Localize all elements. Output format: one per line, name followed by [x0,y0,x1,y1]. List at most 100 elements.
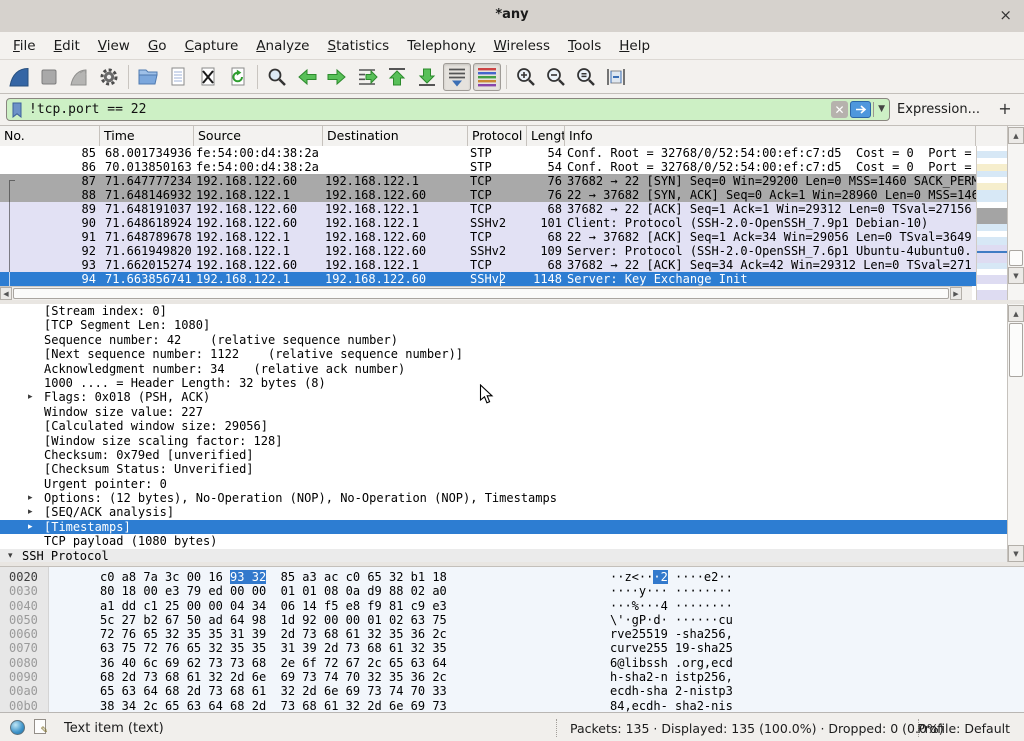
packet-row-94[interactable]: 9471.663856741192.168.122.1192.168.122.6… [0,272,976,286]
scroll-up-icon[interactable]: ▲ [1008,305,1024,322]
filter-dropdown-icon[interactable]: ▼ [873,102,889,117]
zoom-out-button[interactable] [542,63,570,91]
hex-row[interactable]: 009068 2d 73 68 61 32 2d 6e 69 73 74 70 … [0,670,1024,684]
hex-row[interactable]: 003080 18 00 e3 79 ed 00 00 01 01 08 0a … [0,584,1024,598]
menu-item-capture[interactable]: Capture [176,32,248,60]
expression-button[interactable]: Expression... [897,102,980,117]
go-to-bottom-button[interactable] [413,63,441,91]
find-packet-button[interactable] [263,63,291,91]
detail-row[interactable]: Window size value: 227 [0,405,1007,419]
hex-row[interactable]: 007063 75 72 76 65 32 35 35 31 39 2d 73 … [0,641,1024,655]
packet-row-90[interactable]: 9071.648618924192.168.122.60192.168.122.… [0,216,976,230]
bookmark-icon[interactable] [11,102,23,118]
stop-capture-button[interactable] [35,63,63,91]
colorize-button[interactable] [473,63,501,91]
hex-row[interactable]: 00505c 27 b2 67 50 ad 64 98 1d 92 00 00 … [0,613,1024,627]
go-to-top-button[interactable] [383,63,411,91]
detail-row[interactable]: [Checksum Status: Unverified] [0,462,1007,476]
resize-columns-button[interactable] [602,63,630,91]
scroll-down-icon[interactable]: ▼ [1008,267,1024,284]
hex-row[interactable]: 00a065 63 64 68 2d 73 68 61 32 2d 6e 69 … [0,684,1024,698]
packet-row-91[interactable]: 9171.648789678192.168.122.1192.168.122.6… [0,230,976,244]
packet-row-89[interactable]: 8971.648191037192.168.122.60192.168.122.… [0,202,976,216]
scroll-down-icon[interactable]: ▼ [1008,545,1024,562]
menu-item-help[interactable]: Help [610,32,659,60]
auto-scroll-button[interactable] [443,63,471,91]
scroll-right-icon[interactable]: ▶ [950,287,962,300]
start-capture-button[interactable] [5,63,33,91]
details-vscrollbar[interactable]: ▲ ▼ [1007,304,1024,563]
reload-file-button[interactable] [224,63,252,91]
column-header-no[interactable]: No. [0,126,100,146]
capture-comment-icon[interactable] [34,719,46,734]
detail-row[interactable]: [Stream index: 0] [0,304,1007,318]
filter-value[interactable]: !tcp.port == 22 [29,102,831,117]
hex-row[interactable]: 0040a1 dd c1 25 00 00 04 34 06 14 f5 e8 … [0,599,1024,613]
open-file-button[interactable] [134,63,162,91]
scroll-thumb[interactable] [1009,250,1023,266]
close-file-button[interactable] [194,63,222,91]
filter-apply-icon[interactable] [850,101,871,118]
menu-item-tools[interactable]: Tools [559,32,610,60]
status-profile[interactable]: Profile: Default [917,721,1010,736]
detail-row[interactable]: ▸[Timestamps] [0,520,1007,534]
detail-row[interactable]: [Calculated window size: 29056] [0,419,1007,433]
detail-row[interactable]: Sequence number: 42 (relative sequence n… [0,333,1007,347]
packet-row-86[interactable]: 8670.013850163fe:54:00:d4:38:2aSTP54Conf… [0,160,976,174]
column-header-length[interactable]: Length [527,126,565,146]
detail-row[interactable]: ▸Flags: 0x018 (PSH, ACK) [0,390,1007,404]
scroll-thumb[interactable] [1009,323,1023,377]
expander-icon[interactable]: ▸ [28,390,33,404]
expander-icon[interactable]: ▾ [8,549,13,563]
detail-row[interactable]: [Window size scaling factor: 128] [0,434,1007,448]
save-file-button[interactable] [164,63,192,91]
packet-list-hscrollbar[interactable]: ◀ ▶ [0,286,972,300]
packet-row-88[interactable]: 8871.648146932192.168.122.1192.168.122.6… [0,188,976,202]
packet-minimap[interactable] [976,146,1008,300]
detail-row[interactable]: TCP payload (1080 bytes) [0,534,1007,548]
detail-row[interactable]: Checksum: 0x79ed [unverified] [0,448,1007,462]
packet-row-92[interactable]: 9271.661949820192.168.122.1192.168.122.6… [0,244,976,258]
expander-icon[interactable]: ▸ [28,491,33,505]
packet-row-87[interactable]: 8771.647777234192.168.122.60192.168.122.… [0,174,976,188]
hex-row[interactable]: 00b038 34 2c 65 63 64 68 2d 73 68 61 32 … [0,699,1024,713]
detail-row[interactable]: ▾SSH Protocol [0,549,1007,563]
title-bar[interactable]: *any × [0,0,1024,33]
packet-row-85[interactable]: 8568.001734936fe:54:00:d4:38:2aSTP54Conf… [0,146,976,160]
detail-row[interactable]: Acknowledgment number: 34 (relative ack … [0,362,1007,376]
zoom-in-button[interactable] [512,63,540,91]
scroll-thumb[interactable] [13,288,949,299]
menu-item-wireless[interactable]: Wireless [484,32,559,60]
hex-row[interactable]: 0020c0 a8 7a 3c 00 16 93 32 85 a3 ac c0 … [0,570,1024,584]
capture-options-button[interactable] [95,63,123,91]
filter-input[interactable]: !tcp.port == 22 ✕ ▼ [6,98,890,121]
detail-row[interactable]: Urgent pointer: 0 [0,477,1007,491]
expert-info-icon[interactable] [10,720,25,735]
expander-icon[interactable]: ▸ [28,520,33,534]
expander-icon[interactable]: ▸ [28,505,33,519]
hex-row[interactable]: 006072 76 65 32 35 35 31 39 2d 73 68 61 … [0,627,1024,641]
packet-row-93[interactable]: 9371.662015274192.168.122.60192.168.122.… [0,258,976,272]
scroll-left-icon[interactable]: ◀ [0,287,12,300]
go-to-packet-button[interactable] [353,63,381,91]
go-forward-button[interactable] [323,63,351,91]
zoom-original-button[interactable] [572,63,600,91]
column-header-destination[interactable]: Destination [323,126,468,146]
close-icon[interactable]: × [999,5,1012,25]
menu-item-file[interactable]: File [4,32,45,60]
detail-row[interactable]: 1000 .... = Header Length: 32 bytes (8) [0,376,1007,390]
go-back-button[interactable] [293,63,321,91]
filter-clear-icon[interactable]: ✕ [831,101,848,118]
detail-row[interactable]: [Next sequence number: 1122 (relative se… [0,347,1007,361]
column-header-time[interactable]: Time [100,126,194,146]
scroll-up-icon[interactable]: ▲ [1008,127,1024,144]
restart-capture-button[interactable] [65,63,93,91]
detail-row[interactable]: ▸[SEQ/ACK analysis] [0,505,1007,519]
hex-row[interactable]: 008036 40 6c 69 62 73 73 68 2e 6f 72 67 … [0,656,1024,670]
add-filter-button[interactable]: + [994,98,1016,120]
menu-item-view[interactable]: View [89,32,139,60]
column-header-source[interactable]: Source [194,126,323,146]
detail-row[interactable]: [TCP Segment Len: 1080] [0,318,1007,332]
column-header-info[interactable]: Info [565,126,976,146]
menu-item-analyze[interactable]: Analyze [247,32,318,60]
